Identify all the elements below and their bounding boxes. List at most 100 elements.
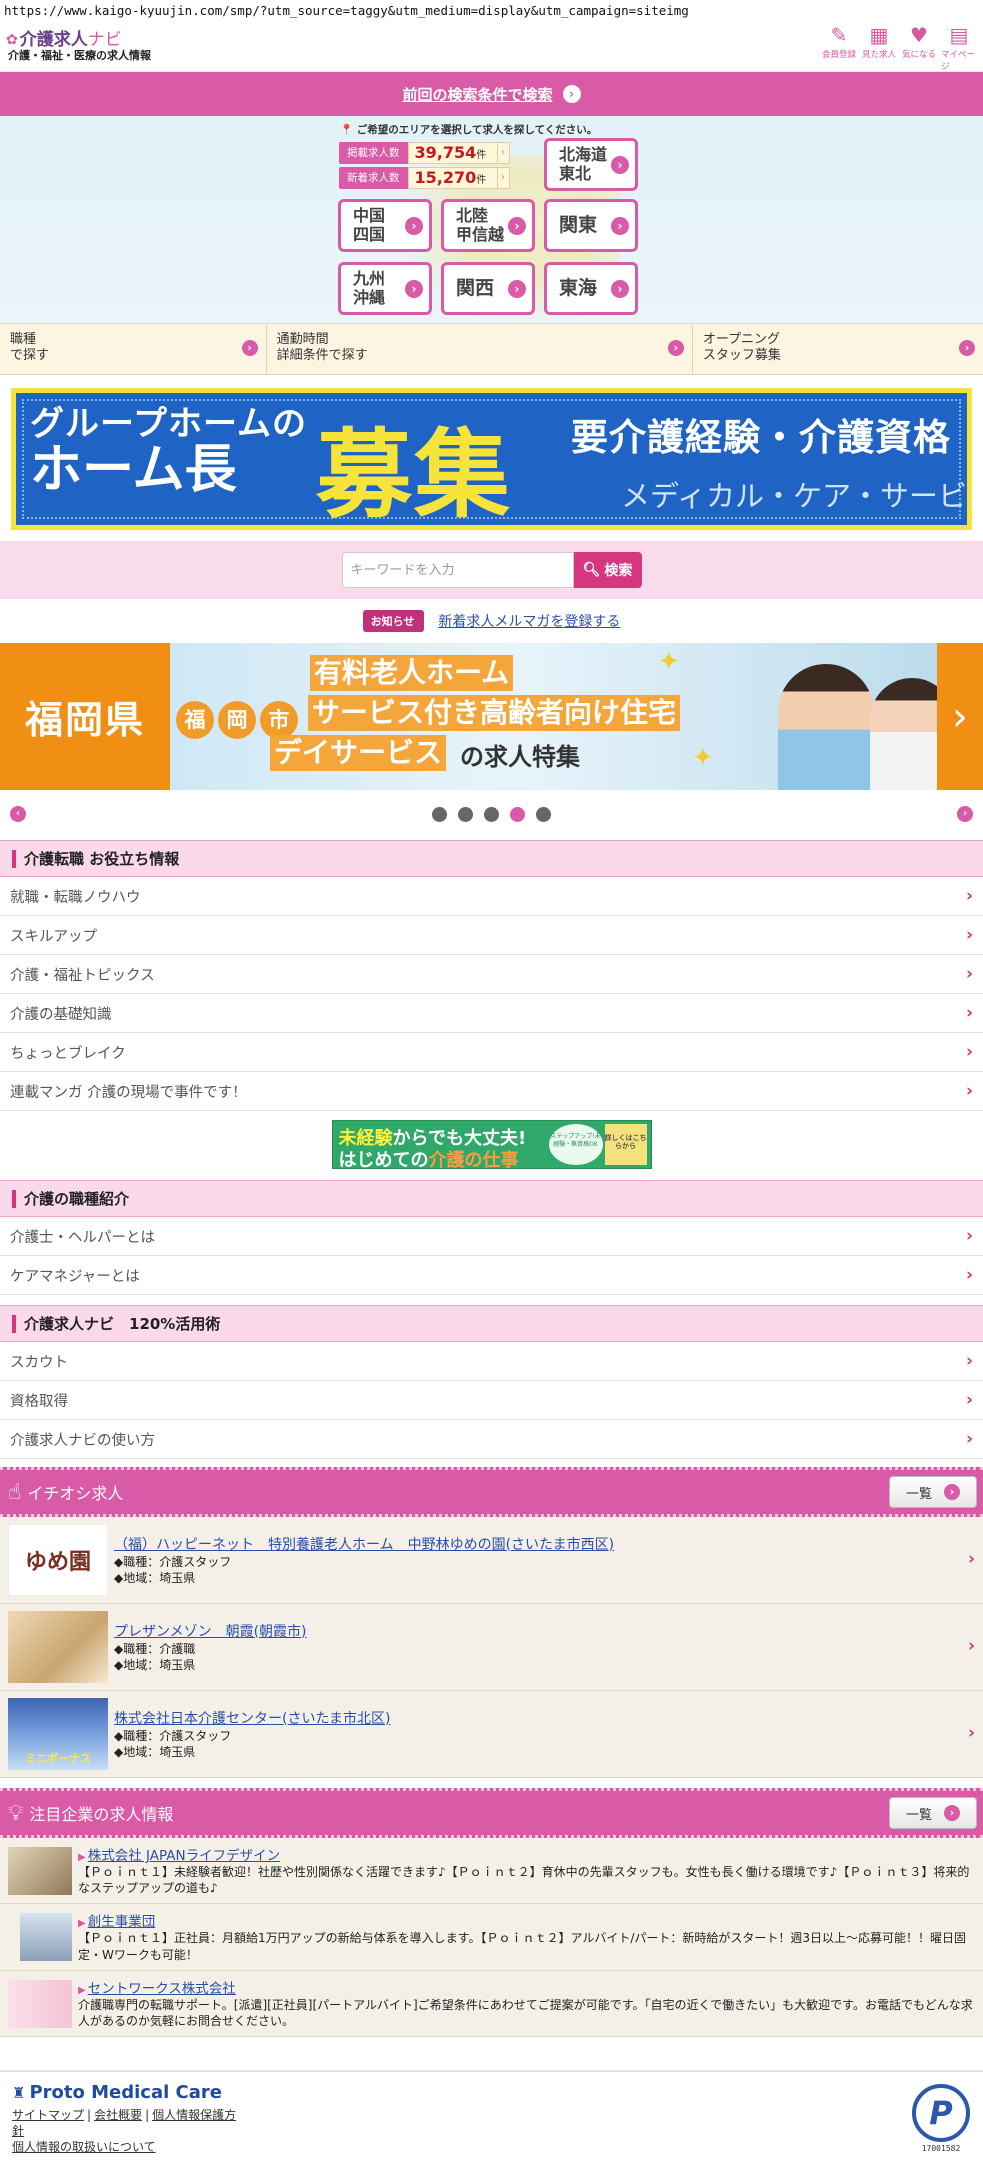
company-link[interactable]: セントワークス株式会社 [78,1981,236,1997]
sitemap-link[interactable]: サイトマップ [12,2108,84,2122]
pager-dot[interactable] [458,806,473,822]
pickup-jobs-header: ☝ イチオシ求人 一覧 › [0,1467,983,1517]
pickup-job-item[interactable]: ゆめ園 （福）ハッピーネット 特別養護老人ホーム 中野林ゆめの園(さいたま市西区… [0,1517,983,1604]
privacy-mark: P 17001582 [909,2084,973,2164]
mypage-link[interactable]: ▤ マイページ [941,22,977,72]
pager-dot[interactable] [432,806,447,822]
condition-search-row: 職種 で探す › 通勤時間 詳細条件で探す › オープニング スタッフ募集 › [0,324,983,375]
register-link[interactable]: ✎ 会員登録 [821,22,857,72]
logo-subtitle: 介護・福祉・医療の求人情報 [8,48,151,62]
section-title-tips: 介護転職 お役立ち情報 [0,840,983,877]
pager-dot[interactable] [484,806,499,822]
list-item[interactable]: 資格取得 › [0,1381,983,1420]
heart-icon: ♥ [910,22,928,47]
logo-text: 介護求人ナビ [19,29,122,50]
company-link[interactable]: 株式会社 JAPANライフデザイン [78,1848,280,1864]
company-item[interactable]: 創生事業団 【Ｐｏｉｎｔ１】正社員：月額給1万円アップの新給与体系を導入します。… [0,1904,983,1971]
chevron-right-icon: › [965,1390,973,1410]
region-chugoku-shikoku[interactable]: 中国 四国 › [338,199,432,252]
notice-row: お知らせ 新着求人メルマガを登録する [0,599,983,643]
region-hokkaido-tohoku[interactable]: 北海道 東北 › [544,138,638,191]
staff-photo-female [870,678,937,790]
pager-dot-active[interactable] [510,806,525,822]
prev-slide-button[interactable]: ‹ [10,806,26,822]
favorites-link[interactable]: ♥ 気になる [901,22,937,72]
company-link[interactable]: 創生事業団 [78,1914,156,1930]
personal-info-link[interactable]: 個人情報の取扱いについて [12,2140,156,2154]
address-bar[interactable]: https://www.kaigo-kyuujin.com/smp/?utm_s… [0,0,983,22]
company-item[interactable]: セントワークス株式会社 介護職専門の転職サポート。[派遣][正社員][パートアル… [0,1970,983,2038]
footer-brand: ♜ Proto Medical Care [12,2082,222,2103]
staff-photo-male [778,664,874,790]
search-button[interactable]: 🔍︎ 検索 [573,552,642,588]
region-hokuriku-koshinetsu[interactable]: 北陸 甲信越 › [441,199,535,252]
notice-badge: お知らせ [362,610,425,632]
next-slide-icon[interactable]: › [937,643,983,790]
lightbulb-icon: 💡︎ [8,1800,24,1826]
pickup-job-item[interactable]: プレザンメゾン 朝霞(朝霞市) ◆職種：介護職 ◆地域：埼玉県 › [0,1604,983,1691]
region-kyushu-okinawa[interactable]: 九州 沖縄 › [338,262,432,315]
company-thumbnail [8,1847,72,1895]
list-item[interactable]: 介護士・ヘルパーとは › [0,1217,983,1256]
list-item[interactable]: スカウト › [0,1342,983,1381]
opening-staff-link[interactable]: オープニング スタッフ募集 › [693,324,983,374]
site-footer: ♜ Proto Medical Care サイトマップ | 会社概要 | 個人情報保護方針… [0,2070,983,2170]
header-icon-nav: ✎ 会員登録 ▦ 見た求人 ♥ 気になる ▤ マイページ [821,22,977,72]
job-thumbnail: ゆめ園 [8,1524,108,1596]
section-title-howto: 介護求人ナビ 120%活用術 [0,1305,983,1342]
search-by-jobtype[interactable]: 職種 で探す › [0,324,267,374]
list-item[interactable]: スキルアップ › [0,916,983,955]
pager-dot[interactable] [536,806,551,822]
chevron-right-icon: › [965,1351,973,1371]
chevron-right-icon: › [965,1226,973,1246]
site-logo[interactable]: ✿ 介護求人ナビ 介護・福祉・医療の求人情報 [6,29,151,62]
company-profile-link[interactable]: 会社概要 [94,2108,142,2122]
chevron-right-icon: › [967,1636,975,1656]
chevron-right-icon: › [965,964,973,984]
chevron-right-icon: › [965,886,973,906]
list-item[interactable]: 就職・転職ノウハウ › [0,877,983,916]
sparkle-icon: ✦ [692,743,714,773]
region-tokai[interactable]: 東海 › [544,262,638,315]
beginner-care-banner[interactable]: 未経験からでも大丈夫! はじめての介護の仕事 ステップアップ!未経験・無資格OK… [331,1120,652,1171]
calendar-icon: ▦ [869,22,889,47]
area-map: 📍 ご希望のエリアを選択して求人を探してください。 掲載求人数 39,754件 … [0,116,983,324]
list-item[interactable]: 介護の基礎知識 › [0,994,983,1033]
job-thumbnail [8,1611,108,1683]
list-item[interactable]: ちょっとブレイク › [0,1033,983,1072]
arrow-right-icon: › [562,85,581,103]
pickup-job-item[interactable]: ミニボーナス 株式会社日本介護センター(さいたま市北区) ◆職種：介護スタッフ … [0,1691,983,1778]
previous-search-button[interactable]: 前回の検索条件で検索 › [0,72,983,116]
search-by-commute[interactable]: 通勤時間 詳細条件で探す › [267,324,693,374]
list-item[interactable]: 介護・福祉トピックス › [0,955,983,994]
newsletter-register-link[interactable]: 新着求人メルマガを登録する [438,611,620,631]
keyword-search-band: 🔍︎検索 [0,541,983,599]
company-thumbnail [8,1979,72,2028]
brand-mark-icon: ♜ [12,2084,26,2102]
keyword-search-input[interactable] [341,552,574,588]
pencil-icon: ✎ [830,22,848,47]
list-item[interactable]: ケアマネジャーとは › [0,1256,983,1295]
company-item[interactable]: 株式会社 JAPANライフデザイン 【Ｐｏｉｎｔ１】未経験者歓迎！社歴や性別関係… [0,1838,983,1905]
published-count[interactable]: 掲載求人数 39,754件 › [339,142,510,164]
next-slide-button[interactable]: › [957,806,973,822]
companies-list-button[interactable]: 一覧 › [889,1797,977,1829]
section-title-jobtypes: 介護の職種紹介 [0,1180,983,1217]
list-item[interactable]: 連載マンガ 介護の現場で事件です！ › [0,1072,983,1111]
region-kanto[interactable]: 関東 › [544,199,638,252]
viewed-jobs-link[interactable]: ▦ 見た求人 [861,22,897,72]
list-item[interactable]: 介護求人ナビの使い方 › [0,1420,983,1459]
new-count[interactable]: 新着求人数 15,270件 › [339,167,510,189]
flower-icon: ✿ [6,32,18,49]
pointing-hand-icon: ☝ [8,1479,22,1505]
region-kansai[interactable]: 関西 › [441,262,535,315]
chevron-right-icon: › [965,1003,973,1023]
home-manager-recruit-banner[interactable]: グループホームのホーム長 募集 要介護経験・介護資格メディカル・ケア・サービス [11,388,972,530]
footer-links: サイトマップ | 会社概要 | 個人情報保護方針 個人情報の取扱いについて [12,2108,237,2155]
fukuoka-feature-banner[interactable]: 福岡県 福岡市 有料老人ホーム サービス付き高齢者向け住宅 デイサービス の求人… [0,643,983,790]
pickup-list-button[interactable]: 一覧 › [889,1476,977,1508]
area-hint: 📍 ご希望のエリアを選択して求人を探してください。 [340,124,598,136]
chevron-right-icon: › [965,1429,973,1449]
chevron-right-icon: › [965,1042,973,1062]
featured-companies-header: 💡︎ 注目企業の求人情報 一覧 › [0,1788,983,1838]
